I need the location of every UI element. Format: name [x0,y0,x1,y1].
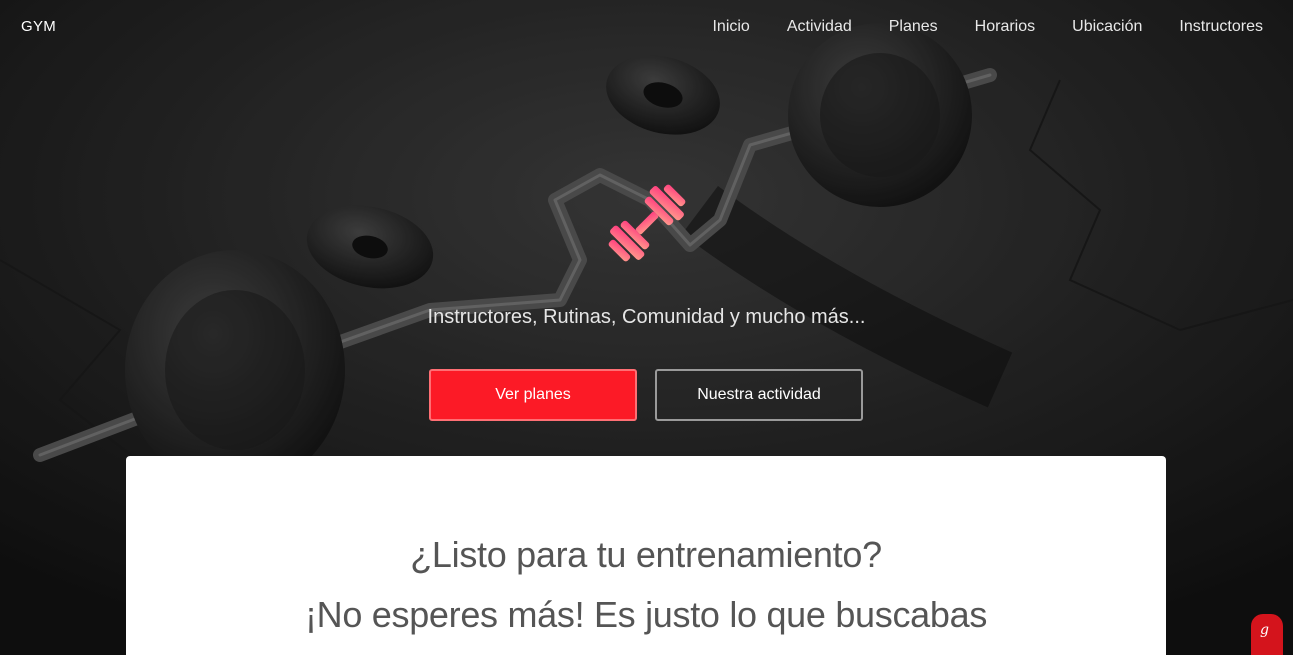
nav-item-horarios[interactable]: Horarios [975,18,1035,36]
cta-subtitle: ¡No esperes más! Es justo lo que buscaba… [304,594,988,635]
ver-planes-button[interactable]: Ver planes [429,369,637,421]
cta-title: ¿Listo para tu entrenamiento? [410,534,882,575]
nuestra-actividad-button[interactable]: Nuestra actividad [655,369,863,421]
cta-card: ¿Listo para tu entrenamiento? ¡No espere… [126,456,1166,655]
brand-logo-text[interactable]: GYM [21,18,56,35]
nav-item-planes[interactable]: Planes [889,18,938,36]
hero-tagline: Instructores, Rutinas, Comunidad y mucho… [427,306,866,328]
nav-item-instructores[interactable]: Instructores [1179,18,1263,36]
chat-icon: g [1260,622,1269,638]
nav-item-inicio[interactable]: Inicio [712,18,749,36]
hero-section: GYM Inicio Actividad Planes Horarios Ubi… [0,0,1293,655]
main-navigation: Inicio Actividad Planes Horarios Ubicaci… [675,18,1263,36]
chat-widget-button[interactable]: g [1251,614,1283,655]
dumbbell-icon [608,184,686,262]
nav-item-actividad[interactable]: Actividad [787,18,852,36]
nav-item-ubicacion[interactable]: Ubicación [1072,18,1142,36]
